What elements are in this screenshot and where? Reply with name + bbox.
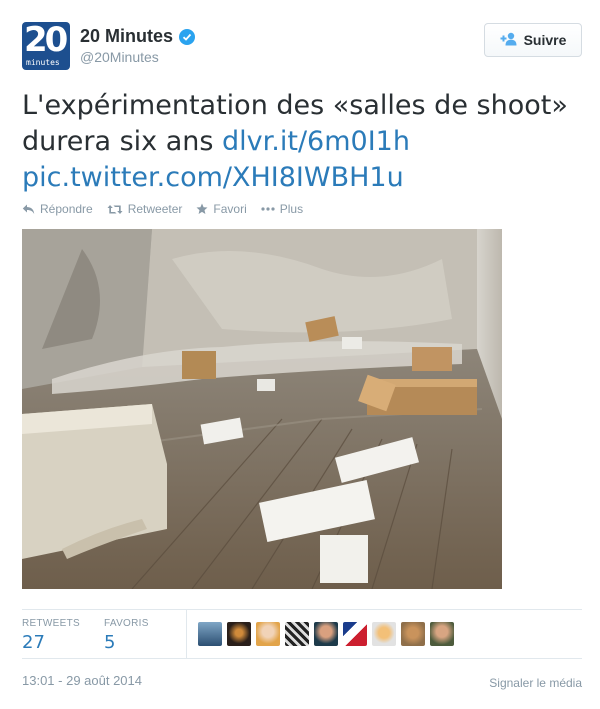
- favorites-label: FAVORIS: [104, 618, 149, 629]
- star-icon: [196, 203, 208, 215]
- report-media-link[interactable]: Signaler le média: [489, 676, 582, 690]
- favoriter-avatar-5[interactable]: [314, 622, 338, 646]
- stats-vertical-divider: [186, 610, 187, 658]
- favoriter-avatar-9[interactable]: [430, 622, 454, 646]
- account-names: 20 Minutes @20Minutes: [80, 26, 196, 65]
- more-icon: [261, 207, 275, 211]
- retweets-label: RETWEETS: [22, 618, 80, 629]
- more-label: Plus: [279, 202, 304, 216]
- favorites-count: 5: [104, 632, 116, 653]
- favoriter-avatar-7[interactable]: [372, 622, 396, 646]
- reply-action[interactable]: Répondre: [22, 202, 93, 216]
- avatar-number: 20: [24, 22, 68, 60]
- avatar-text: minutes: [26, 58, 60, 67]
- reply-label: Répondre: [40, 202, 93, 216]
- stats-bottom-divider: [22, 658, 582, 659]
- tweet-header: 20 minutes 20 Minutes @20Minutes Suivre: [22, 22, 582, 72]
- favoriter-avatar-8[interactable]: [401, 622, 425, 646]
- stats-top-divider: [22, 609, 582, 610]
- favorite-action[interactable]: Favori: [196, 202, 247, 216]
- reply-icon: [22, 204, 35, 215]
- favoriter-avatar-1[interactable]: [198, 622, 222, 646]
- retweet-icon: [107, 204, 123, 215]
- tweet-photo[interactable]: [22, 229, 502, 589]
- follow-button-label: Suivre: [523, 32, 567, 48]
- favoriter-avatar-3[interactable]: [256, 622, 280, 646]
- retweet-action[interactable]: Retweeter: [107, 202, 183, 216]
- photo-scene: [22, 229, 502, 589]
- tweet-link-pic[interactable]: pic.twitter.com/XHI8IWBH1u: [22, 162, 404, 193]
- account-name[interactable]: 20 Minutes: [80, 26, 173, 47]
- account-avatar[interactable]: 20 minutes: [22, 22, 70, 70]
- more-action[interactable]: Plus: [261, 202, 303, 216]
- favoriters-avatars: [198, 622, 454, 646]
- favoriter-avatar-2[interactable]: [227, 622, 251, 646]
- add-user-icon: [500, 32, 518, 49]
- favorite-label: Favori: [213, 202, 247, 216]
- tweet-link-dlvr[interactable]: dlvr.it/6m0I1h: [222, 126, 410, 157]
- retweets-count: 27: [22, 632, 45, 653]
- follow-button[interactable]: Suivre: [484, 23, 582, 57]
- tweet-timestamp[interactable]: 13:01 - 29 août 2014: [22, 673, 142, 688]
- retweet-label: Retweeter: [127, 202, 183, 216]
- account-handle[interactable]: @20Minutes: [80, 49, 195, 65]
- favorites-stat[interactable]: FAVORIS 5: [104, 618, 149, 653]
- tweet-text: L'expérimentation des «salles de shoot» …: [22, 88, 582, 196]
- retweets-stat[interactable]: RETWEETS 27: [22, 618, 80, 653]
- account-fullname-row[interactable]: 20 Minutes: [80, 26, 196, 47]
- tweet-actions: Répondre Retweeter Favori Plus: [22, 202, 303, 216]
- verified-badge-icon: [179, 28, 196, 45]
- favoriter-avatar-6[interactable]: [343, 622, 367, 646]
- favoriter-avatar-4[interactable]: [285, 622, 309, 646]
